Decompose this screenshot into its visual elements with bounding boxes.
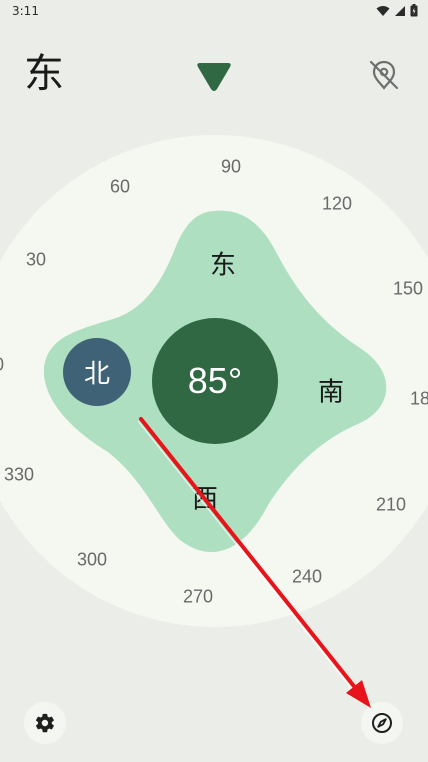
signal-icon [395, 5, 405, 16]
compass-dial: 60 90 120 30 150 0 180 330 210 300 240 2… [0, 0, 428, 762]
direction-blob [43, 210, 387, 553]
degree-label: 240 [291, 566, 323, 587]
degree-label: 300 [76, 549, 108, 570]
heading-direction: 东 [24, 51, 64, 97]
heading-degrees: 85° [187, 360, 243, 401]
degree-label: 150 [392, 278, 424, 299]
degree-label: 0 [0, 355, 4, 376]
degree-label: 60 [109, 176, 131, 197]
compass-button[interactable] [361, 702, 403, 744]
compass-graphic [0, 135, 428, 627]
settings-button[interactable] [24, 702, 66, 744]
triangle-down-icon [197, 63, 231, 91]
direction-label-east: 东 [209, 250, 237, 281]
status-icons [376, 4, 418, 17]
annotation-arrow [137, 417, 371, 708]
direction-label-west: 西 [191, 484, 219, 515]
gear-icon [35, 713, 54, 733]
degree-label: 30 [25, 249, 47, 270]
degree-label: 210 [375, 494, 407, 515]
status-bar: 3:11 [0, 0, 428, 24]
status-time: 3:11 [12, 4, 39, 18]
degree-label: 270 [182, 586, 214, 607]
degree-label: 120 [321, 193, 353, 214]
location-off-icon [369, 60, 399, 90]
direction-label-south: 南 [317, 377, 345, 408]
degree-label: 90 [220, 156, 242, 177]
direction-label-north: 北 [83, 359, 111, 390]
center-disc [152, 318, 278, 444]
wifi-icon [376, 5, 390, 16]
dial-face [0, 135, 428, 627]
battery-icon [410, 4, 418, 17]
compass-icon [372, 713, 392, 733]
degree-label: 330 [3, 464, 35, 485]
degree-label: 180 [409, 388, 428, 409]
location-lock-button[interactable] [364, 55, 404, 95]
north-marker [63, 338, 131, 406]
